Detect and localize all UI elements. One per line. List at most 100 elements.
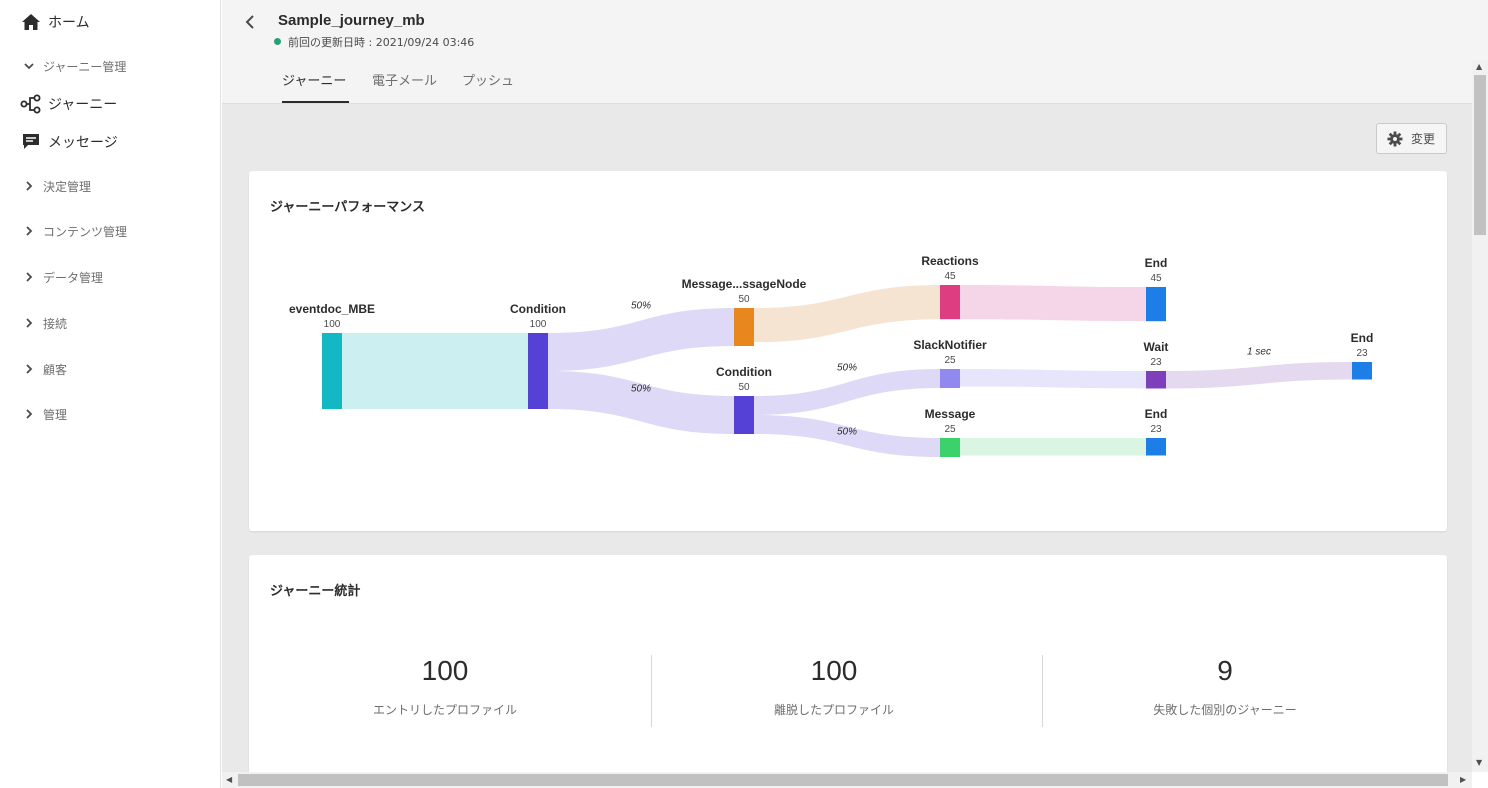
sidebar-item-messages[interactable]: メッセージ (0, 130, 221, 154)
stat-value: 100 (421, 655, 469, 686)
active-tab-indicator (282, 101, 349, 103)
sankey-link-label: 1 sec (1247, 347, 1271, 358)
scroll-right-icon[interactable]: ▶ (1460, 775, 1466, 784)
tab-push[interactable]: プッシュ (462, 70, 514, 89)
page-title: Sample_journey_mb (278, 12, 425, 29)
sidebar-group-connections[interactable]: 接続 (0, 313, 221, 333)
statistics-title: ジャーニー統計 (270, 584, 361, 599)
sidebar-item-label: メッセージ (48, 135, 118, 151)
stat-label: 離脱したプロファイル (773, 703, 894, 717)
back-button[interactable] (240, 11, 260, 33)
sidebar-group-administration[interactable]: 管理 (0, 404, 221, 424)
gear-icon (1387, 131, 1403, 146)
tab-email[interactable]: 電子メール (372, 70, 437, 89)
sidebar-item-home[interactable]: ホーム (0, 10, 221, 34)
sankey-node (940, 438, 960, 457)
sidebar-group-label: 管理 (43, 407, 68, 422)
sankey-node-value: 45 (944, 271, 956, 282)
horizontal-scrollbar-thumb[interactable] (238, 774, 1448, 786)
sankey-link (342, 333, 528, 409)
sankey-link-label: 50% (631, 384, 651, 395)
message-icon (20, 131, 42, 153)
sankey-link (960, 369, 1146, 389)
sankey-node-value: 25 (944, 424, 956, 435)
sankey-node (528, 333, 548, 409)
sankey-chart: 50% 50% 50% 50% 1 sec eventdoc_MBE 100 Conditio… (289, 254, 1374, 457)
stat-label: エントリしたプロファイル (372, 703, 517, 717)
sankey-link (960, 438, 1146, 456)
journey-performance-card: ジャーニーパフォーマンス 50% 50% 50% 50% 1 sec eventdoc_M… (249, 171, 1447, 531)
stat-value: 9 (1217, 655, 1233, 686)
sidebar-group-label: ジャーニー管理 (43, 59, 127, 74)
sidebar-item-journeys[interactable]: ジャーニー (0, 92, 221, 116)
stat-failed-journeys: 9 失敗した個別のジャーニー (1029, 655, 1421, 718)
edit-button[interactable]: 変更 (1376, 123, 1447, 154)
chevron-right-icon (22, 316, 36, 330)
vertical-scrollbar-thumb[interactable] (1474, 75, 1486, 235)
sankey-link (1166, 362, 1352, 389)
scroll-down-icon[interactable]: ▼ (1476, 758, 1482, 767)
vertical-scrollbar[interactable]: ▲ ▼ (1472, 60, 1488, 772)
home-icon (20, 11, 42, 33)
stat-label: 失敗した個別のジャーニー (1153, 703, 1297, 717)
sankey-node-name: SlackNotifier (913, 338, 987, 352)
scroll-left-icon[interactable]: ◀ (226, 775, 232, 784)
sankey-node-value: 23 (1150, 357, 1162, 368)
page-header: Sample_journey_mb 前回の更新日時 : 2021/09/24 0… (222, 0, 1488, 104)
sankey-link-label: 50% (631, 301, 651, 312)
sankey-node-name: Wait (1144, 340, 1169, 354)
sankey-node-value: 25 (944, 355, 956, 366)
sankey-node (940, 285, 960, 320)
horizontal-scrollbar[interactable]: ◀ ▶ (222, 772, 1472, 788)
chevron-left-icon (245, 15, 254, 29)
sankey-link (548, 371, 734, 434)
edit-button-label: 変更 (1411, 132, 1436, 146)
sidebar-item-label: ホーム (48, 15, 90, 31)
sankey-node (734, 308, 754, 346)
sankey-node-name: Message (925, 407, 976, 421)
sankey-node-value: 100 (530, 319, 547, 330)
sankey-link-label: 50% (837, 363, 857, 374)
sankey-node (1352, 362, 1372, 380)
scroll-up-icon[interactable]: ▲ (1476, 62, 1482, 71)
sidebar: ホーム ジャーニー管理 ジャーニー メッセージ 決定管理 コンテンツ管理 データ… (0, 0, 221, 788)
sidebar-group-content-management[interactable]: コンテンツ管理 (0, 221, 221, 241)
sankey-node-value: 50 (738, 294, 750, 305)
chevron-right-icon (22, 224, 36, 238)
sankey-node-value: 100 (324, 319, 341, 330)
chevron-right-icon (22, 362, 36, 376)
sankey-link (960, 285, 1146, 322)
sankey-node-name: Message...ssageNode (682, 277, 807, 291)
sidebar-group-label: 決定管理 (43, 179, 92, 194)
sidebar-group-label: コンテンツ管理 (43, 224, 128, 239)
sankey-link-label: 50% (837, 427, 857, 438)
sankey-link (754, 369, 940, 415)
sankey-node-value: 45 (1150, 273, 1162, 284)
sidebar-group-data-management[interactable]: データ管理 (0, 267, 221, 287)
stat-entered-profiles: 100 エントリしたプロファイル (249, 655, 641, 718)
sankey-node-name: End (1351, 331, 1374, 345)
main-content: 変更 ジャーニーパフォーマンス 50% 50% 50% 50% 1 sec eventdo… (222, 104, 1472, 772)
sankey-node-value: 50 (738, 382, 750, 393)
sankey-link (754, 285, 940, 343)
sankey-node-value: 23 (1150, 424, 1162, 435)
journey-statistics-card: ジャーニー統計 100 エントリしたプロファイル 100 離脱したプロファイル … (249, 555, 1447, 772)
sidebar-item-label: ジャーニー (48, 97, 118, 113)
sidebar-group-journey-management[interactable]: ジャーニー管理 (0, 56, 221, 76)
sankey-node-name: Reactions (921, 254, 979, 268)
sankey-node-value: 23 (1356, 348, 1368, 359)
sankey-node (1146, 371, 1166, 389)
sidebar-group-customers[interactable]: 顧客 (0, 359, 221, 379)
sidebar-group-decision-management[interactable]: 決定管理 (0, 176, 221, 196)
stat-exited-profiles: 100 離脱したプロファイル (638, 655, 1030, 718)
chevron-right-icon (22, 179, 36, 193)
sankey-node-name: End (1145, 407, 1168, 421)
sidebar-group-label: 接続 (43, 316, 68, 331)
sankey-node-name: Condition (510, 302, 566, 316)
tab-journey[interactable]: ジャーニー (282, 70, 346, 89)
chevron-down-icon (22, 59, 36, 73)
sankey-link (548, 308, 734, 371)
sankey-node (940, 369, 960, 388)
sankey-node (322, 333, 342, 409)
sankey-node-name: eventdoc_MBE (289, 302, 375, 316)
